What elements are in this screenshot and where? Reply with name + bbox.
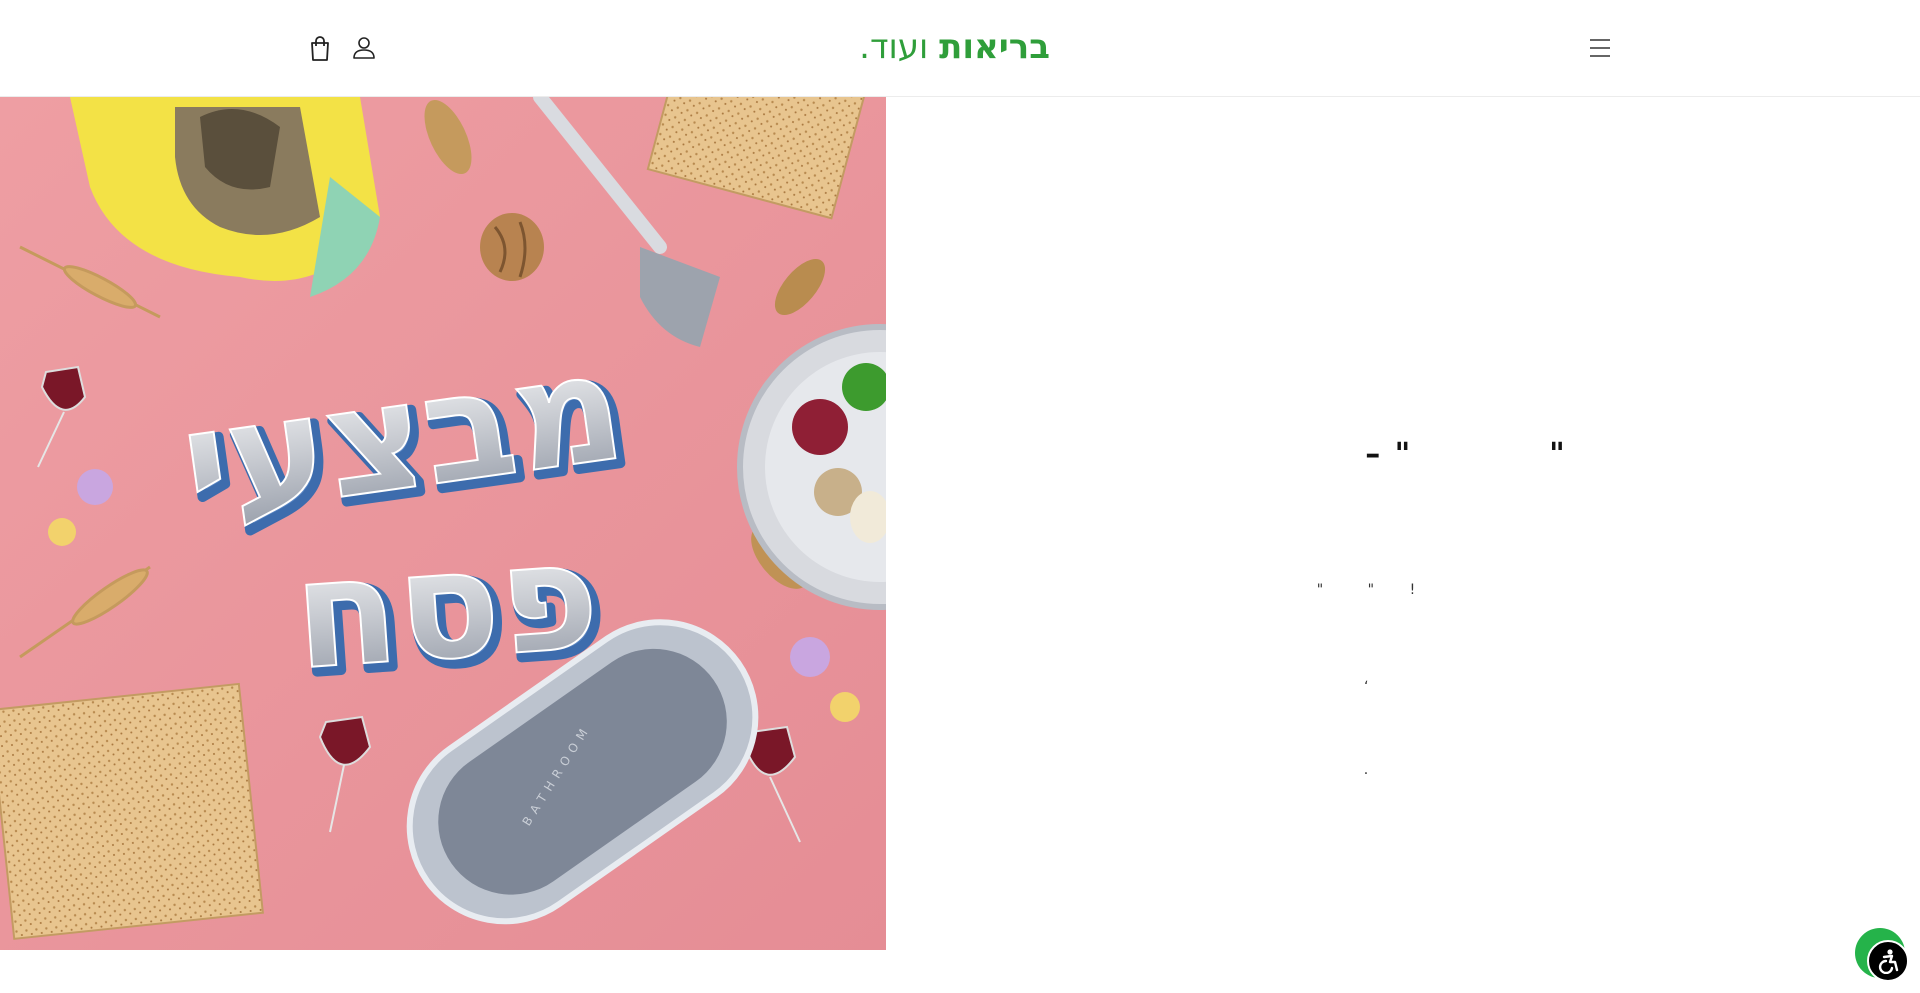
- hero-heading: " " –: [1365, 437, 1567, 472]
- site-header: בריאות ועוד.: [0, 0, 1920, 97]
- logo-dot: .: [859, 27, 870, 67]
- logo-light-text: ועוד: [869, 27, 929, 67]
- logo-bold-text: בריאות: [939, 27, 1050, 67]
- user-icon: [353, 37, 375, 59]
- passover-sale-illustration: BATHROOM מבצעי מבצעי פסח פסח: [0, 97, 886, 950]
- hero-image-title-line2: פסח: [289, 509, 604, 704]
- menu-button[interactable]: [1584, 34, 1616, 62]
- hero-body: ! " " ، .: [1226, 515, 1506, 845]
- accessibility-icon: [1878, 949, 1899, 974]
- hero-body-line3: .: [1363, 762, 1369, 778]
- accessibility-button[interactable]: [1867, 940, 1909, 982]
- hero-text-column: " " – ! " " ، .: [886, 97, 1920, 950]
- hero-banner-image: BATHROOM מבצעי מבצעי פסח פסח: [0, 97, 886, 950]
- site-logo[interactable]: בריאות ועוד.: [859, 22, 1050, 72]
- hero-body-line2: ،: [1363, 672, 1369, 688]
- shopping-bag-icon: [311, 36, 329, 61]
- hamburger-menu-icon: [1590, 39, 1610, 57]
- hero-body-line1: ! " ": [1316, 582, 1416, 598]
- account-button[interactable]: [349, 33, 379, 63]
- cart-button[interactable]: [305, 33, 335, 63]
